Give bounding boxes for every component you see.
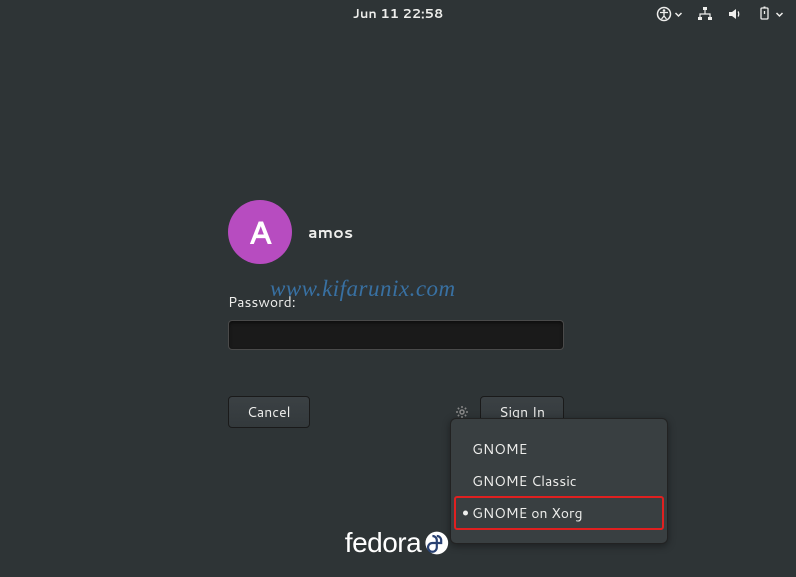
login-panel: A amos Password: Cancel Sign In: [228, 200, 564, 428]
clock: Jun 11 22:58: [353, 5, 444, 23]
network-icon[interactable]: [697, 6, 713, 22]
fedora-mark-icon: [423, 529, 451, 557]
username-label: amos: [308, 221, 353, 244]
accessibility-icon: [656, 6, 672, 22]
user-row: A amos: [228, 200, 564, 264]
session-item-gnome-xorg[interactable]: GNOME on Xorg: [455, 497, 663, 529]
power-menu[interactable]: [757, 6, 784, 22]
power-icon: [757, 6, 773, 22]
session-menu: GNOME GNOME Classic GNOME on Xorg: [450, 418, 668, 544]
avatar: A: [228, 200, 292, 264]
session-item-label: GNOME Classic: [472, 471, 577, 491]
distro-name: fedora: [345, 527, 421, 559]
password-label: Password:: [228, 292, 564, 312]
chevron-down-icon: [674, 10, 683, 19]
password-input[interactable]: [228, 320, 564, 350]
fedora-logo: fedora: [345, 527, 451, 559]
session-item-gnome-classic[interactable]: GNOME Classic: [451, 465, 667, 497]
accessibility-menu[interactable]: [656, 6, 683, 22]
cancel-button[interactable]: Cancel: [228, 396, 310, 428]
top-bar: Jun 11 22:58: [0, 0, 796, 28]
session-item-gnome[interactable]: GNOME: [451, 433, 667, 465]
session-item-label: GNOME: [472, 439, 527, 459]
session-item-label: GNOME on Xorg: [472, 503, 583, 523]
chevron-down-icon: [775, 10, 784, 19]
system-status-area: [656, 6, 784, 22]
selected-bullet-icon: [463, 511, 468, 516]
volume-icon[interactable]: [727, 6, 743, 22]
